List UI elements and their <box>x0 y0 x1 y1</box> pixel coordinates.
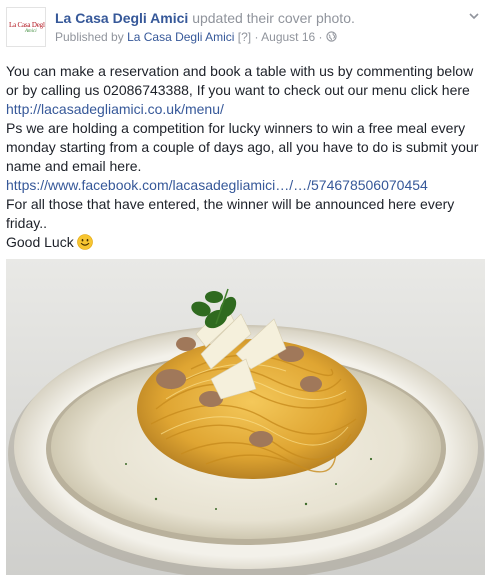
publisher-link[interactable]: La Casa Degli Amici <box>127 30 234 44</box>
published-by-label: Published by <box>55 30 124 44</box>
help-marker[interactable]: [?] <box>238 30 251 44</box>
smiley-emoji-icon <box>76 234 93 250</box>
post-meta-line: Published by La Casa Degli Amici [?] · A… <box>55 30 337 44</box>
post-paragraph-2-text: Ps we are holding a competition for luck… <box>6 120 479 174</box>
post-paragraph-3: For all those that have entered, the win… <box>6 196 455 231</box>
page-avatar[interactable]: La Casa Degli Amici <box>6 7 46 47</box>
facebook-link[interactable]: https://www.facebook.com/lacasadegliamic… <box>6 177 428 193</box>
meta-separator-2: · <box>318 30 323 44</box>
post-paragraph-2: Ps we are holding a competition for luck… <box>6 119 486 195</box>
post-paragraph-4: Good Luck <box>6 233 486 252</box>
avatar-logo-text: La Casa Degli <box>9 21 46 29</box>
pasta-dish-photo <box>6 259 485 575</box>
good-luck-text: Good Luck <box>6 234 74 250</box>
menu-link[interactable]: http://lacasadegliamici.co.uk/menu/ <box>6 101 224 117</box>
post-date-link[interactable]: August 16 <box>261 30 315 44</box>
chevron-down-icon[interactable] <box>467 9 481 23</box>
post-action-text: updated their cover photo. <box>192 10 355 26</box>
post-header: La Casa Degli Amici La Casa Degli Amici … <box>6 7 485 47</box>
post-paragraph-1-text: You can make a reservation and book a ta… <box>6 63 474 98</box>
post-title-line: La Casa Degli Amici updated their cover … <box>55 10 355 26</box>
meta-separator: · <box>254 30 259 44</box>
avatar-logo-subtext: Amici <box>25 29 37 34</box>
cover-photo[interactable] <box>6 259 485 575</box>
globe-icon <box>326 31 337 42</box>
post-body: You can make a reservation and book a ta… <box>6 62 486 252</box>
post-paragraph-1: You can make a reservation and book a ta… <box>6 62 486 119</box>
page-name-link[interactable]: La Casa Degli Amici <box>55 10 188 26</box>
